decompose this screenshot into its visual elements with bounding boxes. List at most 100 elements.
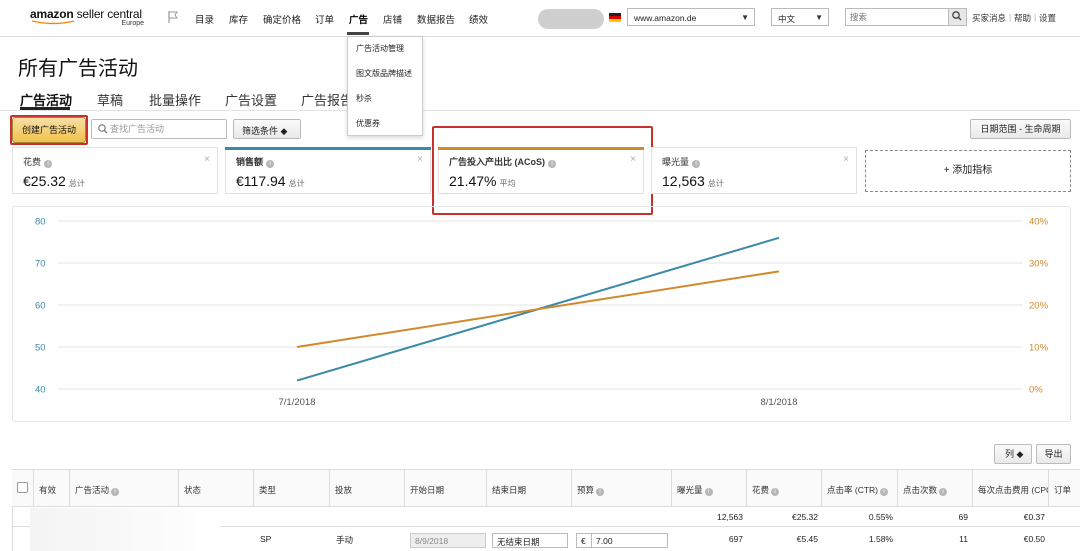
nav-reports[interactable]: 数据报告 (417, 12, 455, 26)
info-icon[interactable]: i (596, 488, 605, 496)
tab-ad-settings[interactable]: 广告设置 (225, 90, 277, 109)
help-link[interactable]: 帮助 (1014, 12, 1031, 24)
column-header-spend[interactable]: 花费 i (747, 470, 822, 506)
tab-bulk-operations[interactable]: 批量操作 (149, 90, 201, 109)
column-header-targeting[interactable]: 投放 (330, 470, 405, 506)
settings-link[interactable]: 设置 (1039, 12, 1056, 24)
close-icon[interactable]: × (204, 154, 210, 165)
line-chart: 40 50 60 70 80 0% 10% 20% 30% 40% 7/1/2018 8/1/2018 (35, 217, 1049, 409)
menu-item-coupons[interactable]: 优惠券 (356, 118, 380, 129)
search-icon (952, 11, 962, 21)
info-icon[interactable]: i (771, 488, 780, 496)
column-header-label: 广告活动 (75, 485, 110, 495)
link-separator: | (1009, 12, 1012, 22)
column-header-impressions[interactable]: 曝光量 i (672, 470, 747, 506)
filter-button[interactable]: 筛选条件 ◆ (233, 119, 301, 139)
close-icon[interactable]: × (417, 154, 423, 165)
right-axis-tick-label: 10% (1029, 343, 1049, 354)
column-header-label: 订单 (1054, 485, 1072, 495)
nav-orders[interactable]: 订单 (315, 12, 334, 26)
amazon-seller-central-logo[interactable]: amazon seller central Europe (30, 7, 148, 31)
language-value: 中文 (778, 14, 796, 24)
select-all-checkbox[interactable] (17, 482, 28, 493)
columns-button[interactable]: 列 ◆ (994, 444, 1032, 464)
tab-drafts[interactable]: 草稿 (97, 90, 123, 109)
campaign-search (91, 119, 227, 139)
language-select[interactable]: 中文 ▼ (771, 8, 829, 26)
currency-prefix: € (576, 533, 592, 548)
column-header-label: 每次点击费用 (CPC) (978, 485, 1049, 495)
metric-label: 销售额 (236, 157, 264, 167)
metric-card-impressions[interactable]: 曝光量 i 12,563 总计 × (651, 147, 857, 194)
column-header-orders[interactable]: 订单 (1049, 470, 1080, 506)
nav-catalog[interactable]: 目录 (195, 12, 214, 26)
campaign-search-input[interactable] (110, 121, 224, 137)
column-header-label: 状态 (184, 485, 202, 495)
column-header-campaign[interactable]: 广告活动 i (70, 470, 179, 506)
nav-advertising[interactable]: 广告 (349, 12, 368, 26)
metric-value: €25.32 (23, 173, 66, 189)
metric-card-spend[interactable]: 花费 i €25.32 总计 × (12, 147, 218, 194)
search-button[interactable] (948, 9, 966, 25)
marketplace-select[interactable]: www.amazon.de ▼ (627, 8, 755, 26)
buyer-messages-link[interactable]: 买家消息 (972, 12, 1006, 24)
start-date-field: 8/9/2018 (410, 533, 486, 548)
flag-icon[interactable] (166, 10, 180, 24)
metric-color-bar (225, 147, 431, 150)
info-icon[interactable]: i (266, 160, 275, 168)
tab-ad-reports[interactable]: 广告报告 (301, 90, 353, 109)
menu-item-campaign-manager[interactable]: 广告活动管理 (356, 43, 404, 54)
info-icon[interactable]: i (44, 160, 53, 168)
annotation-highlight-acos (432, 126, 653, 215)
link-separator: | (1034, 12, 1037, 22)
info-icon[interactable]: i (704, 488, 713, 496)
column-header-ctr[interactable]: 点击率 (CTR) i (822, 470, 898, 506)
column-header-status[interactable]: 状态 (179, 470, 254, 506)
left-axis-tick-label: 70 (35, 259, 46, 270)
logo-main-text: amazon (30, 7, 74, 21)
info-icon[interactable]: i (939, 488, 948, 496)
total-impressions: 12,563 (717, 512, 743, 522)
column-header-clicks[interactable]: 点击次数 i (898, 470, 973, 506)
budget-input[interactable]: 7.00 (591, 533, 668, 548)
column-header-end-date[interactable]: 结束日期 (487, 470, 572, 506)
end-date-field[interactable]: 无结束日期 (492, 533, 568, 548)
nav-pricing[interactable]: 确定价格 (263, 12, 301, 26)
x-axis-tick-label: 8/1/2018 (761, 397, 798, 408)
info-icon[interactable]: i (880, 488, 888, 496)
nav-inventory[interactable]: 库存 (229, 12, 248, 26)
performance-chart: 40 50 60 70 80 0% 10% 20% 30% 40% 7/1/2018 8/1/2018 (12, 206, 1071, 422)
nav-stores[interactable]: 店铺 (383, 12, 402, 26)
column-header-active[interactable]: 有效 (34, 470, 70, 506)
left-axis-tick-label: 80 (35, 217, 46, 228)
right-axis-tick-label: 20% (1029, 301, 1049, 312)
series-line-1 (296, 270, 780, 348)
column-header-start-date[interactable]: 开始日期 (405, 470, 487, 506)
info-icon[interactable]: i (111, 488, 120, 496)
row-clicks: 11 (959, 534, 968, 544)
left-axis-tick-label: 40 (35, 385, 46, 396)
close-icon[interactable]: × (843, 154, 849, 165)
column-header-label: 投放 (335, 485, 353, 495)
metric-value: €117.94 (236, 173, 286, 189)
account-switcher[interactable] (538, 9, 604, 29)
menu-item-enhanced-brand-content[interactable]: 图文版品牌描述 (356, 68, 412, 79)
metric-card-sales[interactable]: 销售额 i €117.94 总计 × (225, 147, 431, 194)
global-search-input[interactable] (846, 9, 950, 25)
column-header-label: 预算 (577, 485, 595, 495)
export-button[interactable]: 导出 (1036, 444, 1071, 464)
nav-performance[interactable]: 绩效 (469, 12, 488, 26)
logo-rest-text: seller central (73, 7, 142, 21)
info-icon[interactable]: i (692, 160, 701, 168)
row-ctr: 1.58% (868, 534, 893, 544)
row-spend: €5.45 (796, 534, 818, 544)
date-range-button[interactable]: 日期范围 - 生命周期 (970, 119, 1071, 139)
column-header-type[interactable]: 类型 (254, 470, 330, 506)
marketplace-value: www.amazon.de (634, 13, 697, 23)
column-header-cpc[interactable]: 每次点击费用 (CPC) (973, 470, 1049, 506)
menu-item-lightning-deals[interactable]: 秒杀 (356, 93, 372, 104)
chevron-down-icon: ▼ (741, 13, 749, 22)
column-header-label: 开始日期 (410, 485, 445, 495)
column-header-budget[interactable]: 预算 i (572, 470, 672, 506)
add-metric-button[interactable]: + 添加指标 (865, 150, 1071, 192)
